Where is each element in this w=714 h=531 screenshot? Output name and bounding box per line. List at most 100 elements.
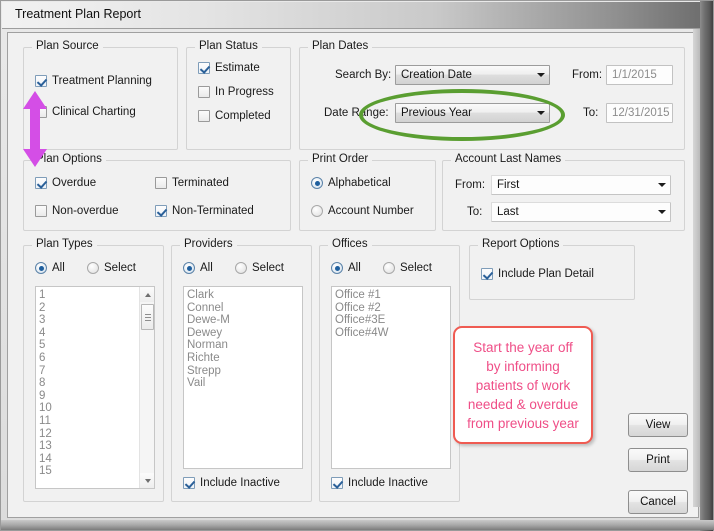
to-date-value: 12/31/2015: [612, 107, 670, 119]
chevron-down-icon: [533, 73, 549, 77]
scrollbar-thumb[interactable]: [141, 304, 154, 330]
list-item[interactable]: 10: [39, 402, 154, 415]
checkbox-icon: [481, 268, 493, 280]
group-providers-legend: Providers: [180, 238, 237, 250]
listbox-offices[interactable]: Office #1 Office #2 Office#3E Office#4W: [331, 286, 451, 469]
list-item[interactable]: 13: [39, 440, 154, 453]
list-item[interactable]: Richte: [187, 352, 302, 365]
checkbox-label: Terminated: [172, 177, 229, 189]
account-to-value: Last: [497, 206, 519, 218]
checkbox-icon: [331, 477, 343, 489]
radio-alphabetical[interactable]: Alphabetical: [311, 177, 391, 189]
list-item[interactable]: Vail: [187, 377, 302, 390]
checkbox-icon: [198, 110, 210, 122]
radio-label: Alphabetical: [328, 177, 391, 189]
list-item[interactable]: 14: [39, 453, 154, 466]
group-offices-legend: Offices: [328, 238, 372, 250]
list-item[interactable]: 6: [39, 352, 154, 365]
checkbox-icon: [183, 477, 195, 489]
radio-icon: [35, 262, 47, 274]
print-button[interactable]: Print: [628, 448, 688, 472]
radio-account-number[interactable]: Account Number: [311, 205, 414, 217]
checkbox-include-plan-detail[interactable]: Include Plan Detail: [481, 268, 594, 280]
checkbox-in-progress[interactable]: In Progress: [198, 86, 274, 98]
listbox-scrollbar[interactable]: [139, 287, 154, 488]
date-range-value: Previous Year: [401, 107, 472, 119]
list-item[interactable]: 4: [39, 327, 154, 340]
radio-icon: [383, 262, 395, 274]
list-item[interactable]: 8: [39, 377, 154, 390]
list-item[interactable]: Office #2: [335, 302, 450, 315]
list-item[interactable]: 5: [39, 339, 154, 352]
window-title: Treatment Plan Report: [15, 7, 141, 21]
checkbox-terminated[interactable]: Terminated: [155, 177, 229, 189]
view-button[interactable]: View: [628, 413, 688, 437]
callout-line-3: patients of work: [475, 377, 571, 393]
list-item[interactable]: Office #1: [335, 289, 450, 302]
window-right-edge: [700, 1, 713, 531]
checkbox-offices-include-inactive[interactable]: Include Inactive: [331, 477, 428, 489]
list-item[interactable]: 11: [39, 415, 154, 428]
checkbox-label: Include Inactive: [348, 477, 428, 489]
checkbox-estimate[interactable]: Estimate: [198, 62, 260, 74]
group-plan-source: Plan Source Treatment Planning Clinical …: [23, 40, 178, 150]
checkbox-completed[interactable]: Completed: [198, 110, 271, 122]
list-item[interactable]: Dewey: [187, 327, 302, 340]
search-by-combo[interactable]: Creation Date: [395, 65, 550, 85]
radio-providers-select[interactable]: Select: [235, 262, 284, 274]
checkbox-label: Non-Terminated: [172, 205, 254, 217]
listbox-items: Clark Connel Dewe-M Dewey Norman Richte Strepp…: [187, 289, 302, 390]
radio-plan-types-select[interactable]: Select: [87, 262, 136, 274]
radio-label: Account Number: [328, 205, 414, 217]
checkbox-non-terminated[interactable]: Non-Terminated: [155, 205, 254, 217]
cancel-button[interactable]: Cancel: [628, 490, 688, 514]
radio-plan-types-all[interactable]: All: [35, 262, 65, 274]
search-by-label: Search By:: [335, 69, 392, 81]
list-item[interactable]: 15: [39, 465, 154, 478]
list-item[interactable]: Dewe-M: [187, 314, 302, 327]
to-date-field[interactable]: 12/31/2015: [606, 103, 673, 123]
checkbox-providers-include-inactive[interactable]: Include Inactive: [183, 477, 280, 489]
checkbox-icon: [198, 62, 210, 74]
radio-icon: [311, 177, 323, 189]
group-report-options-legend: Report Options: [478, 238, 564, 250]
radio-label: Select: [400, 262, 432, 274]
search-by-value: Creation Date: [401, 69, 472, 81]
radio-offices-all[interactable]: All: [331, 262, 361, 274]
scroll-down-icon[interactable]: [140, 473, 154, 488]
list-item[interactable]: 9: [39, 390, 154, 403]
checkbox-label: Treatment Planning: [52, 75, 152, 87]
list-item[interactable]: Office#3E: [335, 314, 450, 327]
listbox-items: Office #1 Office #2 Office#3E Office#4W: [335, 289, 450, 339]
from-date-value: 1/1/2015: [612, 69, 657, 81]
list-item[interactable]: 2: [39, 302, 154, 315]
listbox-providers[interactable]: Clark Connel Dewe-M Dewey Norman Richte Strepp…: [183, 286, 303, 469]
account-to-combo[interactable]: Last: [491, 202, 671, 222]
list-item[interactable]: Strepp: [187, 365, 302, 378]
scroll-up-icon[interactable]: [140, 287, 154, 302]
list-item[interactable]: Connel: [187, 302, 302, 315]
account-from-combo[interactable]: First: [491, 175, 671, 195]
list-item[interactable]: Office#4W: [335, 327, 450, 340]
list-item[interactable]: Clark: [187, 289, 302, 302]
listbox-items: 1 2 3 4 5 6 7 8 9 10 11 12 13 14 15: [39, 289, 154, 478]
radio-icon: [87, 262, 99, 274]
window-bottom-edge: [1, 520, 714, 530]
checkbox-icon: [155, 177, 167, 189]
list-item[interactable]: Norman: [187, 339, 302, 352]
list-item[interactable]: 12: [39, 428, 154, 441]
radio-offices-select[interactable]: Select: [383, 262, 432, 274]
from-date-field[interactable]: 1/1/2015: [606, 65, 673, 85]
list-item[interactable]: 3: [39, 314, 154, 327]
list-item[interactable]: 7: [39, 365, 154, 378]
radio-providers-all[interactable]: All: [183, 262, 213, 274]
listbox-plan-types[interactable]: 1 2 3 4 5 6 7 8 9 10 11 12 13 14 15: [35, 286, 155, 489]
checkbox-icon: [35, 177, 47, 189]
checkbox-non-overdue[interactable]: Non-overdue: [35, 205, 118, 217]
date-range-combo[interactable]: Previous Year: [395, 103, 550, 123]
checkbox-clinical-charting[interactable]: Clinical Charting: [35, 106, 136, 118]
list-item[interactable]: 1: [39, 289, 154, 302]
checkbox-overdue[interactable]: Overdue: [35, 177, 96, 189]
group-print-order-legend: Print Order: [308, 153, 373, 165]
checkbox-treatment-planning[interactable]: Treatment Planning: [35, 75, 152, 87]
